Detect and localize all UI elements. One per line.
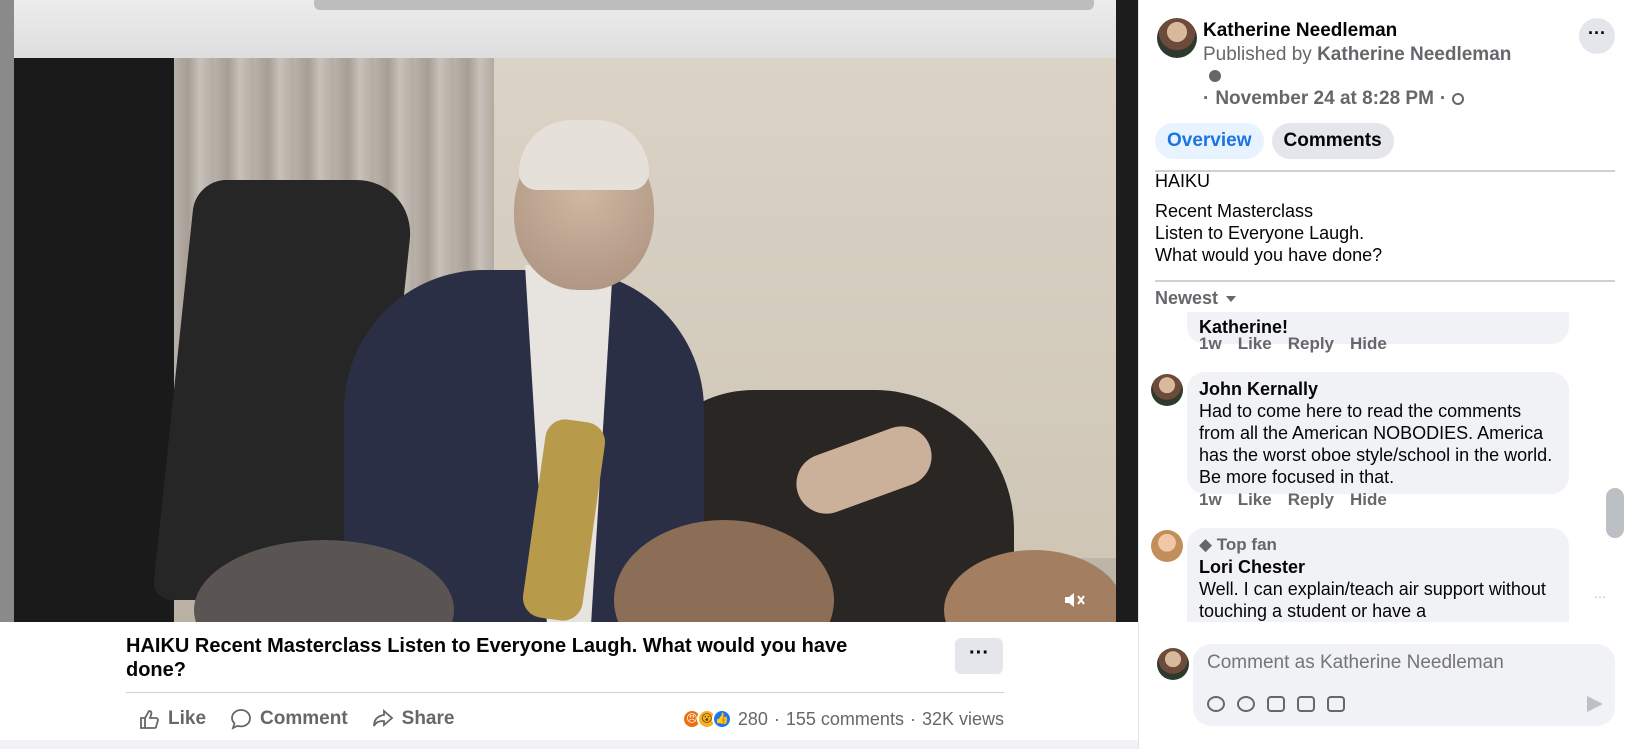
video-frame[interactable] (14, 0, 1116, 622)
description-title: HAIKU (1155, 171, 1211, 191)
composer-avatar[interactable] (1157, 648, 1189, 680)
hide-link[interactable]: Hide (1350, 334, 1387, 354)
sticker-icon[interactable] (1327, 696, 1345, 712)
post-date[interactable]: November 24 at 8:28 PM (1215, 88, 1434, 110)
commenter-avatar[interactable] (1151, 530, 1183, 562)
avatar-sticker-icon[interactable] (1207, 696, 1225, 712)
comment-label: Comment (260, 708, 348, 729)
separator: · (909, 708, 916, 729)
video-dark-wall (14, 58, 174, 622)
comment-time[interactable]: 1w (1199, 334, 1222, 354)
camera-icon[interactable] (1267, 696, 1285, 712)
badge-label: Top fan (1216, 535, 1277, 554)
reply-link[interactable]: Reply (1288, 334, 1334, 354)
comment-bubble: ◆ Top fan Lori Chester Well. I can expla… (1187, 528, 1569, 622)
comment-time[interactable]: 1w (1199, 490, 1222, 510)
post-stats: 😠 😮 👍 280 · 155 comments · 32K views (681, 708, 1004, 730)
send-icon[interactable] (1587, 696, 1603, 712)
view-count: 32K views (921, 708, 1004, 729)
description-line: What would you have done? (1155, 245, 1383, 265)
post-date-line: · November 24 at 8:28 PM · (1203, 88, 1465, 110)
date-suffix: · (1439, 88, 1447, 109)
post-panel: Katherine Needleman Published by Katheri… (1138, 0, 1626, 749)
comment-count[interactable]: 155 comments (786, 709, 904, 730)
share-label: Share (401, 708, 455, 729)
comment-actions: 1w Like Reply Hide (1199, 334, 1387, 354)
comment-composer[interactable] (1193, 644, 1615, 726)
sort-label: Newest (1155, 288, 1219, 308)
video-player[interactable] (0, 0, 1138, 622)
comment-text: Well. I can explain/teach air support wi… (1199, 579, 1546, 621)
commenter-name[interactable]: Lori Chester (1199, 556, 1557, 578)
like-button[interactable]: Like (126, 701, 218, 737)
comment-input[interactable] (1207, 652, 1587, 674)
video-more-button[interactable]: ··· (955, 638, 1003, 674)
video-edge (0, 0, 14, 622)
publisher-name[interactable]: Katherine Needleman (1317, 44, 1511, 65)
composer-toolbar (1207, 696, 1345, 712)
chevron-down-icon (1226, 295, 1237, 302)
comment-icon (231, 709, 251, 730)
hide-link[interactable]: Hide (1350, 490, 1387, 510)
emoji-icon[interactable] (1237, 696, 1255, 712)
resize-handle-icon[interactable]: ⋯ (1594, 590, 1606, 604)
divider (126, 692, 1004, 693)
share-button[interactable]: Share (360, 701, 467, 737)
tab-overview[interactable]: Overview (1155, 123, 1264, 159)
published-by: Published by Katherine Needleman (1203, 44, 1511, 66)
published-prefix: Published by (1203, 44, 1312, 65)
globe-icon (1452, 93, 1465, 105)
reply-link[interactable]: Reply (1288, 490, 1334, 510)
scrollbar-thumb[interactable] (1606, 488, 1624, 538)
comment-actions: 1w Like Reply Hide (1199, 490, 1387, 510)
like-reaction-icon: 👍 (711, 709, 732, 729)
thumbs-up-icon (140, 710, 159, 729)
top-fan-badge: ◆ Top fan (1199, 534, 1557, 556)
tab-comments[interactable]: Comments (1271, 123, 1394, 159)
reaction-count[interactable]: 280 (738, 709, 768, 730)
bottom-strip (0, 740, 1138, 749)
author-avatar[interactable] (1157, 18, 1197, 58)
commenter-avatar[interactable] (1151, 374, 1183, 406)
post-more-button[interactable]: ··· (1579, 18, 1615, 54)
divider (1155, 280, 1615, 282)
video-info: HAIKU Recent Masterclass Listen to Every… (0, 622, 1138, 749)
like-label: Like (168, 708, 207, 729)
like-link[interactable]: Like (1238, 334, 1272, 354)
comment-text: Had to come here to read the comments fr… (1199, 401, 1553, 487)
commenter-name[interactable]: John Kernally (1199, 378, 1557, 400)
date-prefix: · (1203, 88, 1210, 109)
description-line: Recent Masterclass (1155, 201, 1314, 221)
separator: · (773, 708, 780, 729)
share-icon (372, 709, 394, 727)
panel-tabs: Overview Comments (1155, 123, 1394, 159)
comment-bubble: John Kernally Had to come here to read t… (1187, 372, 1569, 494)
description-line: Listen to Everyone Laugh. (1155, 223, 1365, 243)
sort-dropdown[interactable]: Newest (1155, 288, 1237, 309)
video-title: HAIKU Recent Masterclass Listen to Every… (126, 635, 848, 681)
volume-muted-icon[interactable] (1062, 590, 1088, 612)
like-link[interactable]: Like (1238, 490, 1272, 510)
post-description: HAIKU Recent Masterclass Listen to Every… (1155, 170, 1595, 266)
video-ceiling-fixture (314, 0, 1094, 10)
comment-button[interactable]: Comment (218, 701, 360, 737)
author-name[interactable]: Katherine Needleman (1203, 20, 1397, 42)
action-bar: Like Comment Share 😠 😮 👍 280 · 155 comme… (126, 701, 1004, 737)
gif-icon[interactable] (1297, 696, 1315, 712)
reactions[interactable]: 😠 😮 👍 (681, 709, 732, 729)
location-pin-icon (1209, 70, 1221, 82)
comments-list[interactable]: Katherine! 1w Like Reply Hide John Kerna… (1139, 312, 1609, 622)
diamond-icon: ◆ (1199, 535, 1217, 554)
